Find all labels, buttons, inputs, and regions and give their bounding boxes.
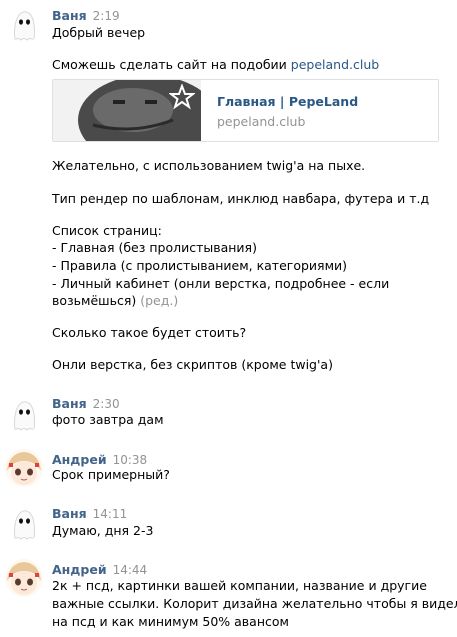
author-name[interactable]: Ваня [52, 396, 87, 411]
message-time[interactable]: 2:19 [93, 9, 120, 23]
message-text: Тип рендер по шаблонам, инклюд навбара, … [52, 191, 430, 206]
ghost-avatar-icon [5, 503, 43, 541]
edited-label[interactable]: (ред.) [140, 293, 178, 308]
message-text: - Главная (без пролистывания) [52, 240, 257, 255]
message-text-part: возьмёшься) [52, 293, 141, 308]
message-text: - Правила (с пролистыванием, категориями… [52, 258, 348, 273]
message-text: 2к + псд, картинки вашей компании, назва… [52, 578, 427, 593]
message-text: Сможешь сделать сайт на подобии pepeland… [52, 56, 379, 74]
message-text: фото завтра дам [52, 412, 164, 427]
author-name[interactable]: Андрей [52, 452, 107, 467]
link-preview-title[interactable]: Главная | PepeLand [217, 94, 358, 109]
message-text-part: Сможешь сделать сайт на подобии [52, 57, 291, 72]
message-text: Список страниц: [52, 223, 162, 238]
ghost-avatar-icon [5, 394, 43, 432]
message-text: Срок примерный? [52, 467, 170, 482]
avatar-vanya[interactable] [5, 4, 43, 42]
message-text: Думаю, дня 2-3 [52, 523, 154, 538]
message-text: Добрый вечер [52, 25, 146, 40]
author-name[interactable]: Андрей [52, 562, 107, 577]
avatar-andrey[interactable] [5, 449, 43, 487]
message-time[interactable]: 2:30 [93, 397, 120, 411]
bookmark-star-icon[interactable] [169, 84, 195, 110]
message-time[interactable]: 10:38 [113, 453, 148, 467]
link-preview-image [53, 80, 201, 141]
message-text: Онли верстка, без скриптов (кроме twig'а… [52, 357, 333, 372]
author-name[interactable]: Ваня [52, 506, 87, 521]
ghost-avatar-icon [5, 4, 43, 42]
anime-avatar-icon [5, 449, 43, 487]
message-text: Желательно, с использованием twig'а на п… [52, 158, 366, 173]
message-link[interactable]: pepeland.club [291, 57, 379, 72]
message-time[interactable]: 14:11 [93, 507, 128, 521]
message-text: важные ссылки. Колорит дизайна желательн… [52, 596, 457, 611]
link-preview-card[interactable]: Главная | PepeLand pepeland.club [52, 79, 439, 142]
author-name[interactable]: Ваня [52, 8, 87, 23]
message-text: на псд и как минимум 50% авансом [52, 614, 289, 629]
message-text: возьмёшься) (ред.) [52, 292, 178, 310]
message-text: Сколько такое будет стоить? [52, 325, 247, 340]
link-preview-domain: pepeland.club [217, 114, 306, 129]
message-text: - Личный кабинет (онли верстка, подробне… [52, 276, 390, 291]
avatar-andrey[interactable] [5, 559, 43, 597]
anime-avatar-icon [5, 559, 43, 597]
message-time[interactable]: 14:44 [113, 563, 148, 577]
avatar-vanya[interactable] [5, 394, 43, 432]
avatar-vanya[interactable] [5, 503, 43, 541]
